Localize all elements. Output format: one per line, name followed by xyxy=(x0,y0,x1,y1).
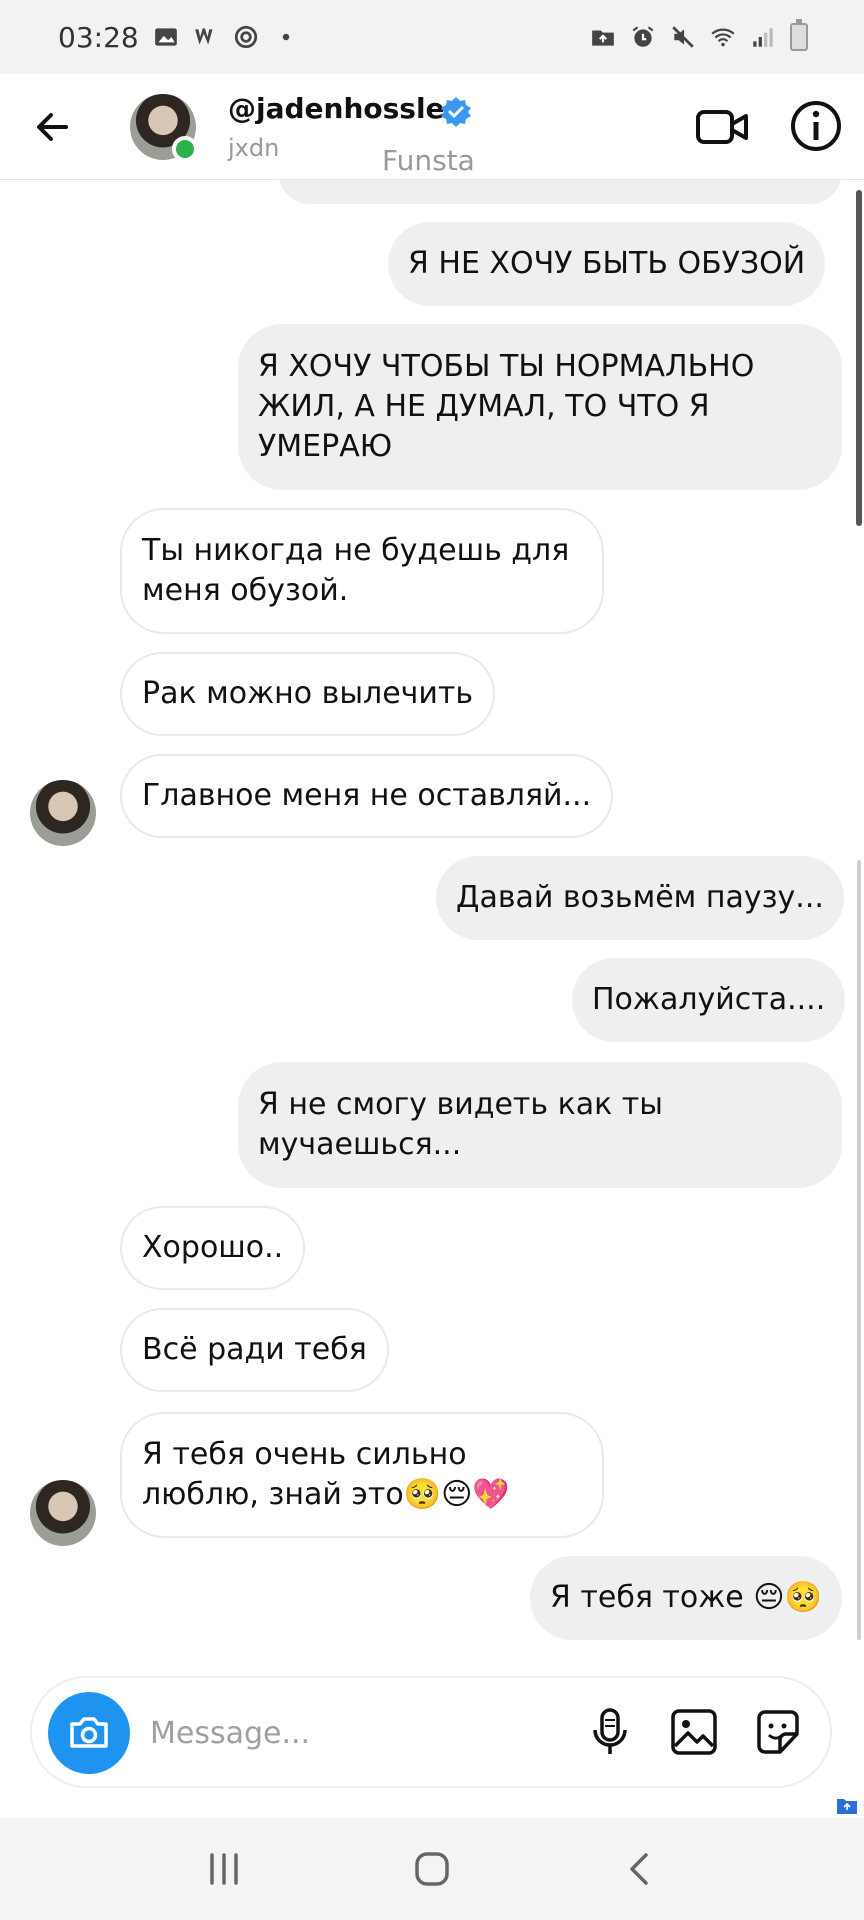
sticker-icon xyxy=(757,1710,799,1754)
online-status-dot xyxy=(172,136,198,162)
sticker-button[interactable] xyxy=(750,1704,806,1760)
message-bubble-incoming[interactable]: Я тебя очень сильно люблю, знай это🥺😔💖 xyxy=(120,1412,604,1538)
app-screen: 03:28 @jadenhossler jxdn Funsta Я НЕ ХОЧ… xyxy=(0,0,864,1920)
message-text: Ты никогда не будешь для меня обузой. xyxy=(142,533,570,608)
message-bubble-outgoing[interactable]: Пожалуйста.... xyxy=(572,958,846,1042)
mute-icon xyxy=(670,24,696,50)
message-text: Главное меня не оставляй... xyxy=(142,778,592,813)
status-time: 03:28 xyxy=(58,20,139,54)
scrollbar-thumb[interactable] xyxy=(856,190,862,526)
message-text: Я тебя тоже 😔🥺 xyxy=(550,1580,822,1615)
message-text: Хорошо.. xyxy=(142,1230,284,1265)
message-text: Я ХОЧУ ЧТОБЫ ТЫ НОРМАЛЬНО ЖИЛ, А НЕ ДУМА… xyxy=(258,349,755,464)
message-text: Рак можно вылечить xyxy=(142,676,474,711)
info-button[interactable] xyxy=(788,98,844,154)
recents-button[interactable] xyxy=(194,1839,254,1899)
back-nav-icon xyxy=(630,1853,648,1885)
message-composer xyxy=(30,1676,832,1788)
recents-icon xyxy=(210,1853,238,1885)
overlay-label: Funsta xyxy=(382,144,475,177)
arrow-left-icon xyxy=(37,113,68,141)
signal-icon xyxy=(750,24,776,50)
message-bubble-outgoing[interactable]: Я тебя тоже 😔🥺 xyxy=(530,1556,842,1640)
message-input[interactable] xyxy=(150,1708,450,1758)
message-text: Я не смогу видеть как ты мучаешься... xyxy=(258,1087,663,1162)
message-bubble-partial[interactable] xyxy=(278,180,842,204)
folder-icon xyxy=(590,24,616,50)
video-call-button[interactable] xyxy=(694,98,752,156)
message-text: Я НЕ ХОЧУ БЫТЬ ОБУЗОЙ xyxy=(408,246,806,281)
w-icon xyxy=(193,24,219,50)
message-bubble-incoming[interactable]: Рак можно вылечить xyxy=(120,652,496,736)
scrollbar-track[interactable] xyxy=(857,860,861,1640)
message-text: Пожалуйста.... xyxy=(592,982,826,1017)
message-text: Давай возьмём паузу... xyxy=(456,880,824,915)
camera-icon xyxy=(70,1717,108,1748)
navigation-bar xyxy=(0,1818,864,1920)
user-subtitle: jxdn xyxy=(228,134,280,162)
wifi-icon xyxy=(710,24,736,50)
camera-button[interactable] xyxy=(48,1692,130,1774)
message-bubble-incoming[interactable]: Всё ради тебя xyxy=(120,1308,389,1392)
battery-icon xyxy=(790,19,808,51)
message-bubble-outgoing[interactable]: Я НЕ ХОЧУ БЫТЬ ОБУЗОЙ xyxy=(388,222,826,306)
avatar[interactable] xyxy=(30,1480,96,1546)
verified-badge-icon xyxy=(440,96,472,128)
message-bubble-outgoing[interactable]: Я ХОЧУ ЧТОБЫ ТЫ НОРМАЛЬНО ЖИЛ, А НЕ ДУМА… xyxy=(238,324,842,490)
chat-header: @jadenhossler jxdn Funsta xyxy=(0,74,864,180)
home-button[interactable] xyxy=(402,1839,462,1899)
message-bubble-outgoing[interactable]: Я не смогу видеть как ты мучаешься... xyxy=(238,1062,842,1188)
message-text: Я тебя очень сильно люблю, знай это🥺😔💖 xyxy=(142,1437,510,1512)
status-bar: 03:28 xyxy=(0,0,864,74)
gallery-button[interactable] xyxy=(666,1704,722,1760)
back-button[interactable] xyxy=(30,104,76,150)
home-icon xyxy=(415,1852,449,1886)
video-camera-icon xyxy=(696,110,748,144)
image-icon xyxy=(153,24,179,50)
avatar[interactable] xyxy=(30,780,96,846)
message-bubble-outgoing[interactable]: Давай возьмём паузу... xyxy=(436,856,844,940)
message-text: Всё ради тебя xyxy=(142,1332,367,1367)
message-bubble-incoming[interactable]: Хорошо.. xyxy=(120,1206,306,1290)
folder-badge-icon xyxy=(836,1794,858,1816)
message-list[interactable]: Я НЕ ХОЧУ БЫТЬ ОБУЗОЙ Я ХОЧУ ЧТОБЫ ТЫ НО… xyxy=(0,180,864,1670)
back-nav-button[interactable] xyxy=(610,1839,670,1899)
dot-icon xyxy=(273,24,299,50)
microphone-icon xyxy=(593,1708,627,1754)
alarm-icon xyxy=(630,24,656,50)
microphone-button[interactable] xyxy=(582,1704,638,1760)
gallery-icon xyxy=(671,1709,717,1755)
info-icon xyxy=(791,101,841,151)
username[interactable]: @jadenhossler xyxy=(228,92,458,125)
message-bubble-incoming[interactable]: Главное меня не оставляй... xyxy=(120,754,614,838)
message-bubble-incoming[interactable]: Ты никогда не будешь для меня обузой. xyxy=(120,508,604,634)
sync-icon xyxy=(233,24,259,50)
